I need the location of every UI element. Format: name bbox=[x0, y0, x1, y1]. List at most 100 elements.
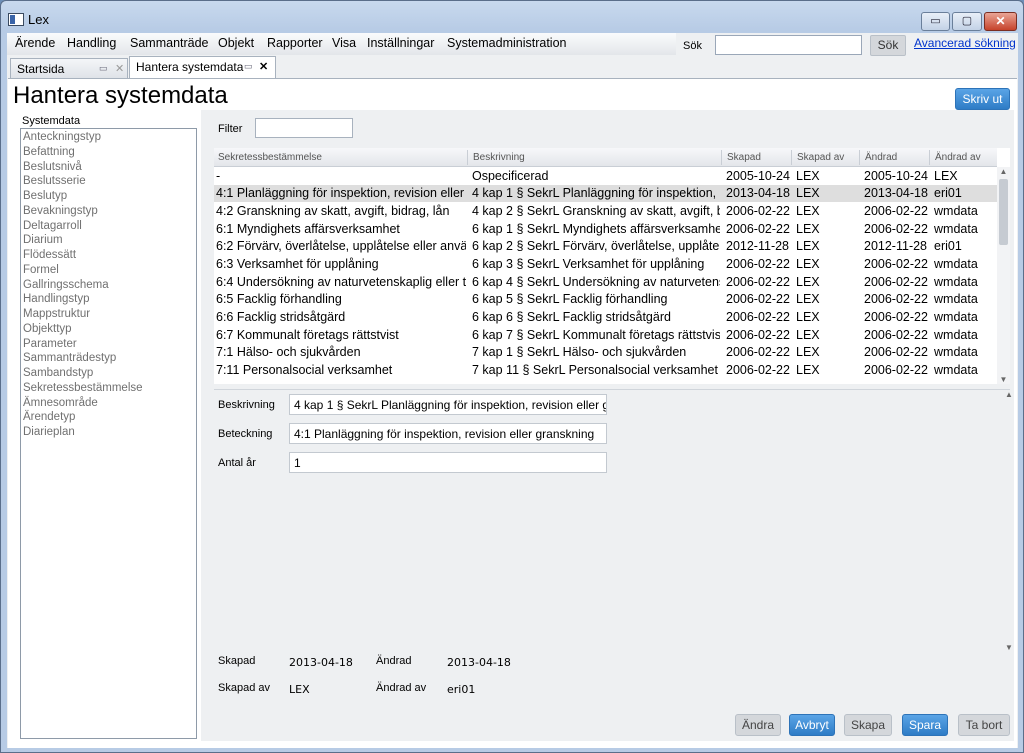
app-icon bbox=[8, 13, 24, 26]
systemdata-list[interactable]: Anteckningstyp Befattning Beslutsnivå Be… bbox=[20, 128, 197, 739]
list-item-diarieplan[interactable]: Diarieplan bbox=[23, 426, 75, 438]
table-cell: 7:11 Personalsocial verksamhet bbox=[216, 363, 393, 377]
antal-ar-label: Antal år bbox=[218, 457, 256, 469]
list-item-beslutsniva[interactable]: Beslutsnivå bbox=[23, 161, 82, 173]
column-header[interactable]: Beskrivning bbox=[473, 152, 525, 163]
list-item-amnesomrade[interactable]: Ämnesområde bbox=[23, 397, 98, 409]
list-item-sekretessbestammelse[interactable]: Sekretessbestämmelse bbox=[23, 382, 143, 394]
scroll-down-icon[interactable]: ▼ bbox=[997, 375, 1010, 384]
pin-icon[interactable]: ▭ bbox=[244, 61, 253, 72]
table-scrollbar[interactable]: ▲ ▼ bbox=[997, 167, 1010, 384]
table-cell: 2006-02-22 bbox=[864, 310, 928, 324]
menu-visa[interactable]: Visa bbox=[332, 36, 356, 50]
scroll-down-icon[interactable]: ▼ bbox=[1005, 643, 1013, 652]
menu-objekt[interactable]: Objekt bbox=[218, 36, 254, 50]
table-row[interactable]: 6:7 Kommunalt företags rättstvist 6 kap … bbox=[214, 327, 997, 344]
pin-icon[interactable]: ▭ bbox=[99, 63, 108, 74]
column-header[interactable]: Ändrad av bbox=[935, 152, 981, 163]
menu-bar: Ärende Handling Sammanträde Objekt Rappo… bbox=[7, 33, 676, 55]
table-cell: 6 kap 7 § SekrL Kommunalt företags rätts… bbox=[472, 328, 720, 342]
list-item-gallringsschema[interactable]: Gallringsschema bbox=[23, 279, 109, 291]
table-row[interactable]: 6:4 Undersökning av naturvetenskaplig el… bbox=[214, 274, 997, 291]
list-item-befattning[interactable]: Befattning bbox=[23, 146, 75, 158]
menu-handling[interactable]: Handling bbox=[67, 36, 116, 50]
avbryt-button[interactable]: Avbryt bbox=[789, 714, 835, 736]
scroll-thumb[interactable] bbox=[999, 179, 1008, 245]
table-cell: 2006-02-22 bbox=[726, 328, 790, 342]
list-item-flodessatt[interactable]: Flödessätt bbox=[23, 249, 76, 261]
table-cell: LEX bbox=[796, 292, 820, 306]
table-row[interactable]: 6:6 Facklig stridsåtgärd 6 kap 6 § SekrL… bbox=[214, 309, 997, 326]
systemdata-label: Systemdata bbox=[22, 115, 81, 127]
table-row[interactable]: 7:1 Hälso- och sjukvården 7 kap 1 § Sekr… bbox=[214, 344, 997, 361]
list-item-beslutyp[interactable]: Beslutyp bbox=[23, 190, 67, 202]
tab-hantera-systemdata[interactable]: Hantera systemdata ▭ ✕ bbox=[129, 56, 276, 79]
menu-systemadministration[interactable]: Systemadministration bbox=[447, 36, 567, 50]
table-row[interactable]: 6:2 Förvärv, överlåtelse, upplåtelse ell… bbox=[214, 238, 997, 255]
menu-sammantrade[interactable]: Sammanträde bbox=[130, 36, 209, 50]
scroll-up-icon[interactable]: ▲ bbox=[997, 167, 1010, 176]
column-header[interactable]: Skapad bbox=[727, 152, 761, 163]
table-row[interactable]: 4:2 Granskning av skatt, avgift, bidrag,… bbox=[214, 203, 997, 220]
list-item-objekttyp[interactable]: Objekttyp bbox=[23, 323, 72, 335]
list-item-anteckningstyp[interactable]: Anteckningstyp bbox=[23, 131, 101, 143]
filter-input[interactable] bbox=[255, 118, 353, 138]
table-cell: 6 kap 1 § SekrL Myndighets affärsverksam… bbox=[472, 222, 720, 236]
table-cell: LEX bbox=[796, 204, 820, 218]
list-item-arendetyp[interactable]: Ärendetyp bbox=[23, 411, 75, 423]
scroll-up-icon[interactable]: ▲ bbox=[1005, 390, 1013, 399]
list-item-formel[interactable]: Formel bbox=[23, 264, 59, 276]
table-row[interactable]: 7:11 Personalsocial verksamhet 7 kap 11 … bbox=[214, 362, 997, 379]
table-cell: 2006-02-22 bbox=[864, 275, 928, 289]
skapad-label: Skapad bbox=[218, 655, 256, 667]
table-cell: LEX bbox=[796, 345, 820, 359]
minimize-button[interactable]: ▭ bbox=[921, 12, 950, 31]
close-button[interactable]: ✕ bbox=[984, 12, 1017, 31]
beteckning-field[interactable]: 4:1 Planläggning för inspektion, revisio… bbox=[289, 423, 607, 444]
list-item-bevakningstyp[interactable]: Bevakningstyp bbox=[23, 205, 98, 217]
table-cell: 2006-02-22 bbox=[726, 363, 790, 377]
list-item-diarium[interactable]: Diarium bbox=[23, 234, 63, 246]
table-row[interactable]: - Ospecificerad 2005-10-24 LEX 2005-10-2… bbox=[214, 168, 997, 185]
table-row[interactable]: 6:3 Verksamhet för upplåning 6 kap 3 § S… bbox=[214, 256, 997, 273]
column-header[interactable]: Sekretessbestämmelse bbox=[218, 152, 322, 163]
table-cell: wmdata bbox=[934, 275, 978, 289]
beteckning-label: Beteckning bbox=[218, 428, 273, 440]
list-item-mappstruktur[interactable]: Mappstruktur bbox=[23, 308, 90, 320]
skapa-button[interactable]: Skapa bbox=[844, 714, 892, 736]
menu-arende[interactable]: Ärende bbox=[15, 36, 55, 50]
list-item-deltagarroll[interactable]: Deltagarroll bbox=[23, 220, 82, 232]
tab-startsida[interactable]: Startsida ▭ ✕ bbox=[10, 58, 128, 78]
antal-ar-field[interactable]: 1 bbox=[289, 452, 607, 473]
list-item-sammantradestyp[interactable]: Sammanträdestyp bbox=[23, 352, 116, 364]
ta-bort-button[interactable]: Ta bort bbox=[958, 714, 1010, 736]
maximize-button[interactable]: ▢ bbox=[952, 12, 982, 31]
search-input[interactable] bbox=[715, 35, 862, 55]
table-cell: wmdata bbox=[934, 292, 978, 306]
list-item-handlingstyp[interactable]: Handlingstyp bbox=[23, 293, 89, 305]
table-row[interactable]: 6:5 Facklig förhandling 6 kap 5 § SekrL … bbox=[214, 291, 997, 308]
data-table: Sekretessbestämmelse Beskrivning Skapad … bbox=[214, 148, 1010, 384]
menu-rapporter[interactable]: Rapporter bbox=[267, 36, 323, 50]
andra-button[interactable]: Ändra bbox=[735, 714, 781, 736]
menu-installningar[interactable]: Inställningar bbox=[367, 36, 434, 50]
column-header[interactable]: Ändrad bbox=[865, 152, 897, 163]
list-item-sambandstyp[interactable]: Sambandstyp bbox=[23, 367, 93, 379]
table-row[interactable]: 6:1 Myndighets affärsverksamhet 6 kap 1 … bbox=[214, 221, 997, 238]
beskrivning-field[interactable]: 4 kap 1 § SekrL Planläggning för inspekt… bbox=[289, 394, 607, 415]
close-tab-icon[interactable]: ✕ bbox=[259, 60, 268, 73]
table-cell: 2005-10-24 bbox=[726, 169, 790, 183]
table-row-selected[interactable]: 4:1 Planläggning för inspektion, revisio… bbox=[214, 185, 997, 202]
print-button[interactable]: Skriv ut bbox=[955, 88, 1010, 110]
list-item-beslutsserie[interactable]: Beslutsserie bbox=[23, 175, 86, 187]
table-cell: 2006-02-22 bbox=[726, 292, 790, 306]
advanced-search-link[interactable]: Avancerad sökning bbox=[914, 36, 1016, 50]
spara-button[interactable]: Spara bbox=[902, 714, 948, 736]
list-item-parameter[interactable]: Parameter bbox=[23, 338, 77, 350]
table-cell: LEX bbox=[796, 275, 820, 289]
table-cell: 6:2 Förvärv, överlåtelse, upplåtelse ell… bbox=[216, 239, 466, 253]
column-header[interactable]: Skapad av bbox=[797, 152, 844, 163]
close-tab-icon[interactable]: ✕ bbox=[115, 62, 124, 75]
form-scrollbar[interactable]: ▲ ▼ bbox=[1005, 390, 1013, 652]
search-button[interactable]: Sök bbox=[870, 35, 906, 56]
